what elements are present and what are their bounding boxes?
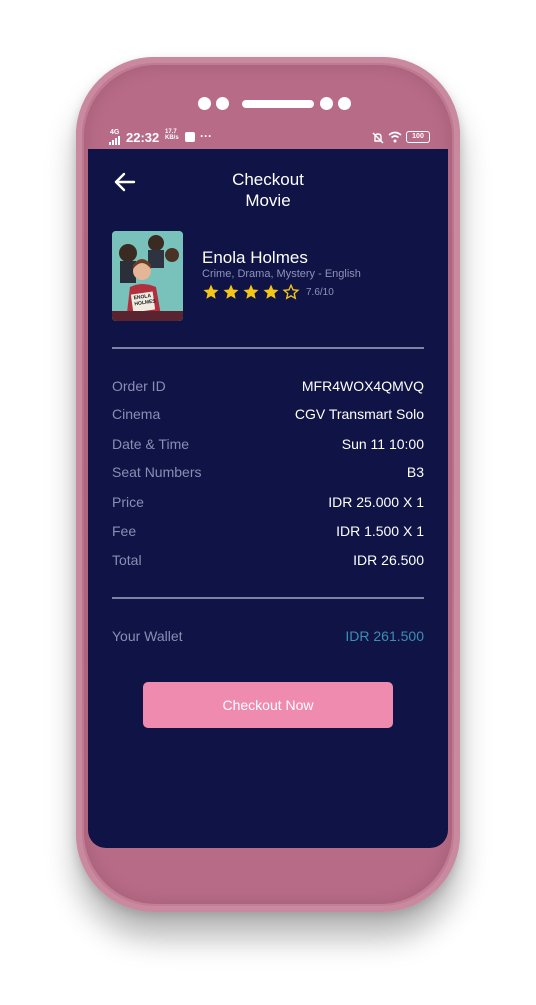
- sensor-dot: [320, 97, 333, 110]
- signal-icon: [109, 134, 121, 148]
- detail-value: IDR 25.000 X 1: [328, 494, 424, 510]
- star-filled-icon: [222, 283, 240, 301]
- camera-dot: [338, 97, 351, 110]
- star-outline-icon: [282, 283, 300, 301]
- detail-value: IDR 26.500: [353, 552, 424, 568]
- wifi-icon: [388, 131, 402, 146]
- detail-label: Date & Time: [112, 436, 190, 452]
- detail-value: B3: [406, 464, 424, 480]
- detail-label: Fee: [112, 523, 137, 539]
- divider: [112, 347, 424, 349]
- camera-dot: [198, 97, 211, 110]
- detail-row-order-id: Order ID MFR4WOX4QMVQ: [112, 378, 424, 398]
- mute-icon: [372, 132, 384, 147]
- movie-rating: 7.6/10: [202, 282, 334, 302]
- detail-label: Cinema: [112, 406, 161, 422]
- star-filled-icon: [262, 283, 280, 301]
- detail-row-cinema: Cinema CGV Transmart Solo: [112, 406, 424, 426]
- battery-icon: 100: [406, 131, 430, 143]
- app-notification-icon: [185, 132, 195, 142]
- detail-value: MFR4WOX4QMVQ: [301, 378, 424, 394]
- detail-value: CGV Transmart Solo: [294, 406, 424, 422]
- star-filled-icon: [242, 283, 260, 301]
- wallet-row: Your Wallet IDR 261.500: [112, 628, 424, 648]
- star-filled-icon: [202, 283, 220, 301]
- rating-score: 7.6/10: [306, 286, 334, 298]
- detail-label: Seat Numbers: [112, 464, 202, 480]
- speaker-grille: [242, 100, 314, 108]
- more-notifications-icon: ···: [200, 129, 212, 143]
- divider: [112, 597, 424, 599]
- detail-value: Sun 11 10:00: [341, 436, 424, 452]
- wallet-balance: IDR 261.500: [345, 628, 424, 644]
- status-bar: 4G 22:32 17.7 KB/s ··· 100: [88, 127, 448, 149]
- movie-genre: Crime, Drama, Mystery - English: [202, 268, 361, 280]
- movie-poster: ENOLA HOLMES: [112, 231, 183, 321]
- detail-row-date-time: Date & Time Sun 11 10:00: [112, 436, 424, 456]
- detail-row-price: Price IDR 25.000 X 1: [112, 494, 424, 514]
- network-speed: 17.7 KB/s: [165, 129, 179, 141]
- app-screen: Checkout Movie ENOLA HOLMES Enola Holmes…: [88, 149, 448, 848]
- page-title-line1: Checkout: [232, 170, 304, 189]
- sensor-dot: [216, 97, 229, 110]
- detail-label: Total: [112, 552, 142, 568]
- detail-row-fee: Fee IDR 1.500 X 1: [112, 523, 424, 543]
- page-title: Checkout Movie: [208, 169, 328, 211]
- detail-row-total: Total IDR 26.500: [112, 552, 424, 572]
- detail-label: Order ID: [112, 378, 166, 394]
- back-button[interactable]: [114, 171, 138, 193]
- clock: 22:32: [126, 130, 160, 145]
- phone-speaker: [84, 96, 452, 110]
- detail-label: Price: [112, 494, 144, 510]
- battery-level: 100: [412, 133, 424, 140]
- detail-value: IDR 1.500 X 1: [336, 523, 424, 539]
- page-title-line2: Movie: [245, 191, 291, 210]
- wallet-label: Your Wallet: [112, 628, 183, 644]
- arrow-left-icon: [114, 172, 136, 192]
- checkout-button-label: Checkout Now: [222, 697, 314, 713]
- detail-row-seat-numbers: Seat Numbers B3: [112, 464, 424, 484]
- movie-title: Enola Holmes: [202, 248, 308, 267]
- checkout-now-button[interactable]: Checkout Now: [143, 682, 393, 728]
